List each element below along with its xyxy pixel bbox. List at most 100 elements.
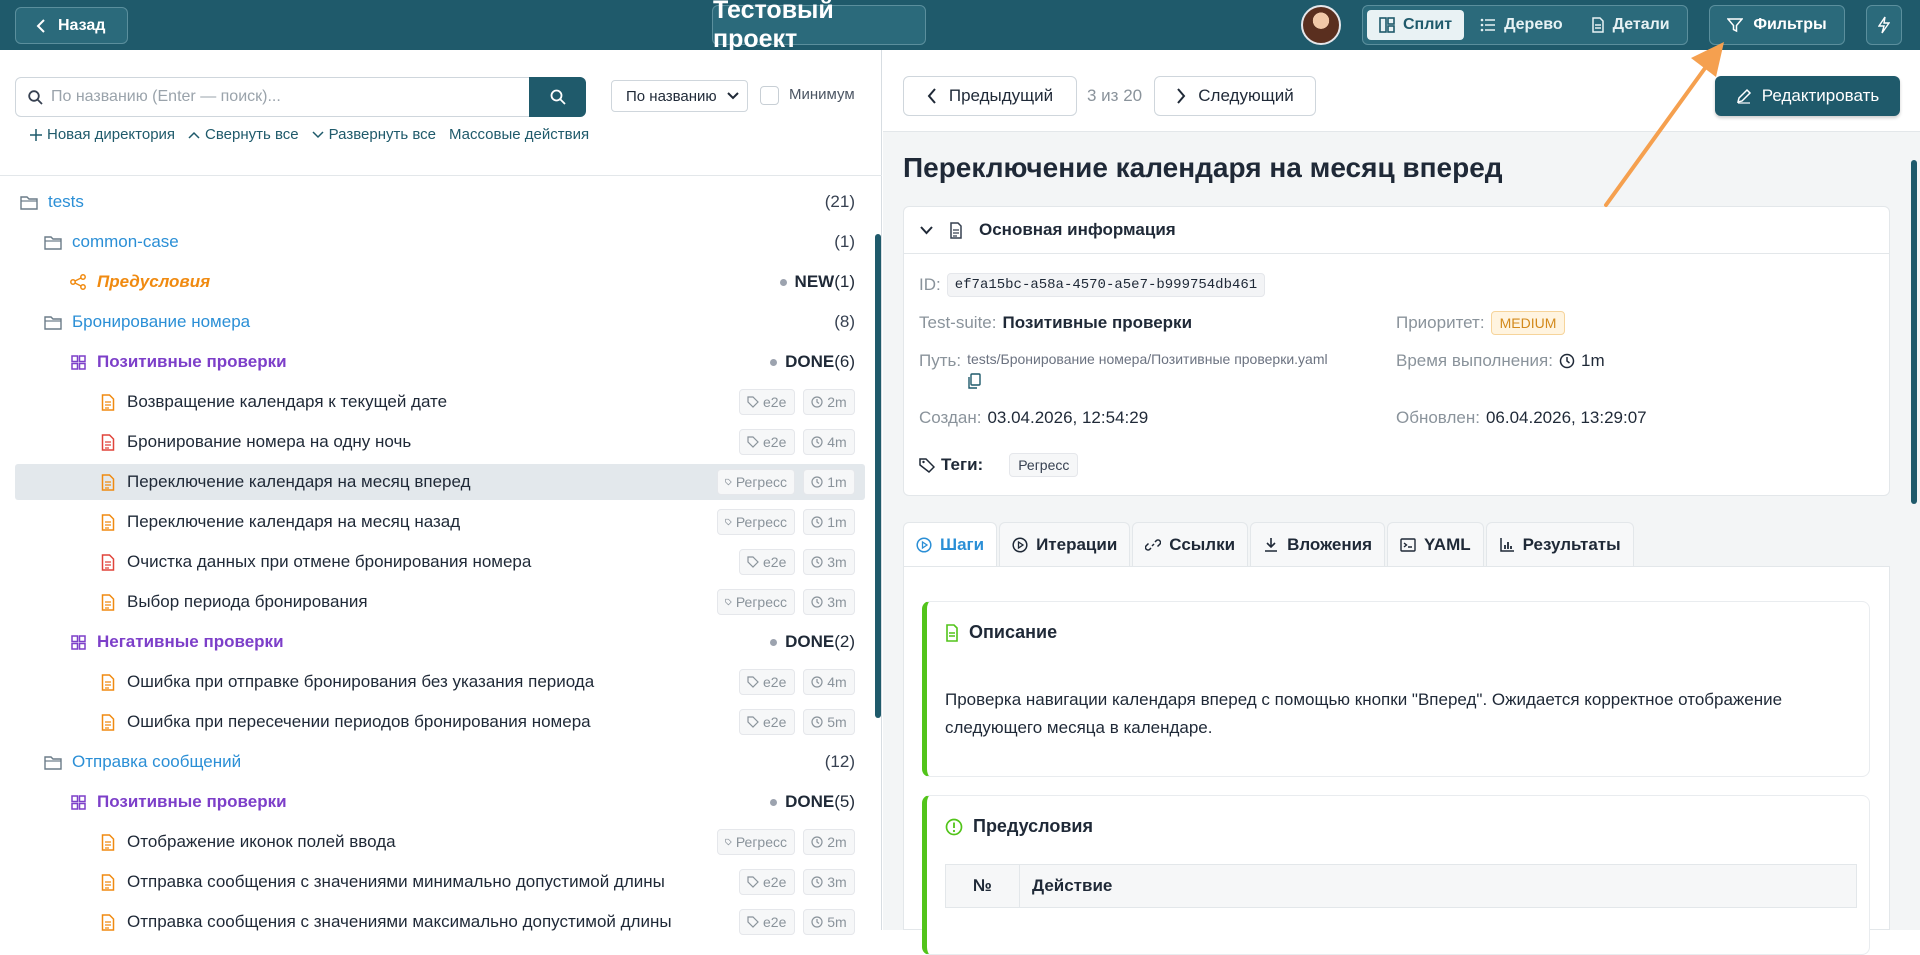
- tree-scrollbar[interactable]: [875, 234, 881, 718]
- tag-icon: [747, 436, 759, 448]
- collapse-all-button[interactable]: Свернуть все: [188, 126, 299, 143]
- tag-chip: Регресс: [717, 829, 795, 855]
- tree-test-case[interactable]: Очистка данных при отмене бронирования н…: [15, 544, 865, 580]
- view-details-label: Детали: [1612, 16, 1670, 33]
- clock-icon: [811, 916, 823, 928]
- duration-label: 3m: [827, 554, 847, 570]
- clock-icon: [811, 476, 823, 488]
- copy-icon[interactable]: [967, 373, 981, 389]
- tab-iterations[interactable]: Итерации: [999, 522, 1131, 566]
- tag-chip: e2e: [739, 869, 795, 895]
- view-tree-button[interactable]: Дерево: [1468, 10, 1575, 40]
- tab-steps[interactable]: Шаги: [903, 522, 998, 566]
- tree-test-case[interactable]: Отображение иконок полей ввода Регресс 2m: [15, 824, 865, 860]
- filters-label: Фильтры: [1753, 16, 1827, 33]
- tree-item-label: Бронирование номера: [72, 312, 251, 331]
- grid-icon: [70, 354, 86, 370]
- tag-icon: [747, 916, 759, 928]
- tree-test-case[interactable]: Отправка сообщения с значениями минималь…: [15, 864, 865, 900]
- tree-folder[interactable]: Бронирование номера (8): [15, 304, 865, 340]
- search-field[interactable]: [15, 77, 530, 117]
- status-text: DONE: [785, 352, 835, 371]
- tag-chip: e2e: [739, 549, 795, 575]
- duration-label: 2m: [827, 394, 847, 410]
- next-button[interactable]: Следующий: [1154, 76, 1316, 116]
- tree-test-case[interactable]: Переключение календаря на месяц вперед Ре…: [15, 464, 865, 500]
- view-tree-label: Дерево: [1504, 16, 1563, 33]
- new-directory-button[interactable]: Новая директория: [30, 126, 175, 143]
- tree-item-label: Переключение календаря на месяц вперед: [127, 472, 471, 491]
- bulk-actions-button[interactable]: Массовые действия: [449, 126, 589, 143]
- item-count: (2): [834, 632, 855, 651]
- tab-yaml[interactable]: YAML: [1387, 522, 1484, 566]
- test-case-icon: [101, 913, 115, 931]
- item-count: (1): [834, 272, 855, 291]
- previous-button[interactable]: Предыдущий: [903, 76, 1077, 116]
- expand-all-button[interactable]: Развернуть все: [312, 126, 436, 143]
- tab-results[interactable]: Результаты: [1485, 522, 1634, 566]
- edit-button[interactable]: Редактировать: [1715, 76, 1900, 116]
- edit-label: Редактировать: [1761, 86, 1880, 105]
- tree-folder[interactable]: common-case (1): [15, 224, 865, 260]
- tab-attachments[interactable]: Вложения: [1250, 522, 1386, 566]
- avatar[interactable]: [1301, 5, 1341, 45]
- duration-chip: 4m: [803, 429, 855, 455]
- minimum-checkbox[interactable]: [760, 86, 779, 105]
- tree-test-case[interactable]: Отправка сообщения с значениями максимал…: [15, 904, 865, 940]
- search-icon: [550, 89, 566, 105]
- back-button[interactable]: Назад: [15, 7, 128, 44]
- tree-folder[interactable]: Отправка сообщений (12): [15, 744, 865, 780]
- filters-button[interactable]: Фильтры: [1709, 5, 1845, 45]
- description-text: Проверка навигации календаря вперед с по…: [945, 690, 1783, 737]
- tab-label: Вложения: [1287, 534, 1373, 554]
- duration-chip: 1m: [803, 469, 855, 495]
- duration-chip: 2m: [803, 389, 855, 415]
- tree-test-case[interactable]: Переключение календаря на месяц назад Рег…: [15, 504, 865, 540]
- tree-test-case[interactable]: Выбор периода бронирования Регресс 3m: [15, 584, 865, 620]
- test-case-icon: [101, 873, 115, 891]
- tag-label: Регресс: [735, 594, 787, 610]
- case-position: 3 из 20: [1087, 86, 1143, 105]
- main-info-header[interactable]: Основная информация: [904, 207, 1889, 254]
- tree-item-label: Позитивные проверки: [97, 352, 287, 371]
- expand-all-label: Развернуть все: [328, 126, 436, 143]
- test-case-icon: [101, 473, 115, 491]
- quick-actions-button[interactable]: [1866, 5, 1902, 45]
- tag-chip[interactable]: Регресс: [1009, 453, 1079, 477]
- tree-folder[interactable]: tests (21): [15, 184, 865, 220]
- tree-item-label: Переключение календаря на месяц назад: [127, 512, 461, 531]
- item-count: (12): [824, 752, 855, 771]
- link-icon: [1145, 538, 1162, 551]
- tree-preconditions[interactable]: Предусловия NEW (1): [15, 264, 865, 300]
- col-action: Действие: [1032, 876, 1113, 895]
- duration-label: 2m: [827, 834, 847, 850]
- tree-test-case[interactable]: Ошибка при отправке бронирования без ука…: [15, 664, 865, 700]
- id-value[interactable]: ef7a15bc-a58a-4570-a5e7-b999754db461: [946, 273, 1266, 297]
- view-details-button[interactable]: Детали: [1579, 10, 1682, 40]
- tree-item-label: Отображение иконок полей ввода: [127, 832, 396, 851]
- tree-suite[interactable]: Негативные проверки DONE (2): [15, 624, 865, 660]
- tree-suite[interactable]: Позитивные проверки DONE (5): [15, 784, 865, 820]
- sort-select[interactable]: По названию: [611, 80, 748, 112]
- tab-label: Шаги: [940, 534, 985, 554]
- details-scrollbar[interactable]: [1911, 160, 1917, 504]
- tag-label: e2e: [763, 434, 787, 450]
- tree-suite[interactable]: Позитивные проверки DONE (6): [15, 344, 865, 380]
- tree-test-case[interactable]: Возвращение календаря к текущей дате e2e 2…: [15, 384, 865, 420]
- tag-icon: [747, 676, 759, 688]
- duration-row: Время выполнения: 1m: [1396, 351, 1605, 371]
- clock-icon: [811, 836, 823, 848]
- item-count: (6): [834, 352, 855, 371]
- folder-icon: [44, 235, 62, 250]
- tree-test-case[interactable]: Ошибка при пересечении периодов брониров…: [15, 704, 865, 740]
- tab-links[interactable]: Ссылки: [1132, 522, 1249, 566]
- status-dot: [770, 358, 778, 366]
- duration-chip: 3m: [803, 869, 855, 895]
- updated-value: 06.04.2026, 13:29:07: [1485, 408, 1647, 427]
- view-split-button[interactable]: Сплит: [1367, 10, 1465, 40]
- tree-test-case[interactable]: Бронирование номера на одну ночь e2e 4m: [15, 424, 865, 460]
- back-label: Назад: [58, 16, 106, 34]
- duration-chip: 3m: [803, 589, 855, 615]
- search-input[interactable]: [51, 88, 511, 106]
- search-button[interactable]: [529, 77, 586, 117]
